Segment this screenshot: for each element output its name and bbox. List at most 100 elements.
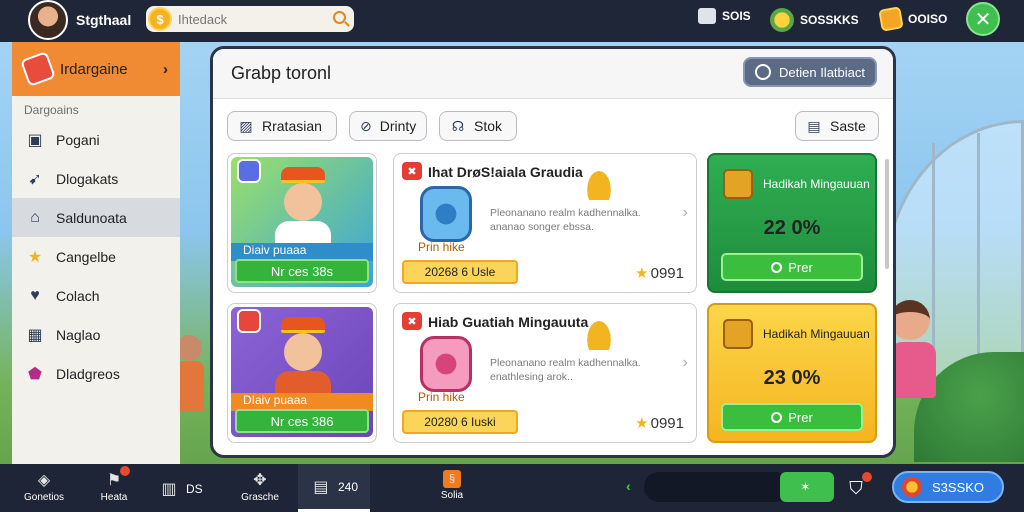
orb-icon [902, 477, 922, 497]
chevron-left-icon[interactable]: ‹ [626, 478, 631, 494]
sidebar-item-label: Pogani [56, 131, 100, 148]
sidebar-item-label: Dladgreos [56, 365, 120, 382]
reward-title: Hadikah Mingauuan [763, 177, 870, 191]
bottom-nav-label: 240 [337, 479, 359, 494]
hero-button[interactable]: Nr ces 386 [235, 409, 369, 433]
star-icon: ★ [635, 265, 649, 282]
ghost-icon: ☊ [451, 117, 465, 134]
star-icon: ★ [635, 415, 649, 432]
price-button[interactable]: 20268 6 Usle [402, 260, 518, 284]
sidebar-header-label: Irdargaine [60, 60, 128, 78]
gift-box-icon [420, 336, 472, 392]
briefcase-icon: ▣ [27, 131, 43, 149]
bottom-nav-item-5[interactable]: ▤ 240 [298, 464, 370, 512]
reward-button[interactable]: Prer [721, 253, 863, 281]
bottom-nav-item-2[interactable]: ⚑ Heata [82, 466, 146, 508]
stat-tickets-value: OOISO [908, 12, 948, 26]
ticket-icon [878, 6, 904, 32]
sidebar-item-label: Colach [56, 287, 100, 304]
reward-value: 23 0% [763, 367, 821, 389]
coin-pile-icon [584, 316, 614, 350]
search-input[interactable] [178, 11, 318, 27]
tag-icon: ✖ [402, 312, 422, 330]
character-illustration-right [890, 300, 936, 410]
stat-coins[interactable]: SOSSKKS [770, 8, 859, 32]
filter-chip-2[interactable]: ⊘ Drinty [349, 111, 427, 141]
avatar[interactable] [28, 0, 68, 40]
filter-chip-3[interactable]: ☊ Stok [439, 111, 517, 141]
bottom-nav-item-4[interactable]: ✥ Grasche [228, 470, 292, 508]
hero-card[interactable]: Diaiv puaaa Nr ces 38s [227, 153, 377, 293]
image-icon: ▨ [239, 117, 253, 134]
bottom-nav-item-1[interactable]: ◈ Gonetios [12, 470, 76, 508]
bottom-nav-item-3[interactable]: ▥ DS [158, 470, 222, 508]
username: Stgthaal [76, 12, 132, 28]
top-bar: Stgthaal $ SOIS SOSSKKS OOISO ✕ [0, 0, 1024, 42]
star-rating: ★ 0991 [635, 264, 684, 283]
gift-icon [698, 8, 716, 24]
offer-title: Ihat DrøS!aiala Graudia [428, 164, 583, 180]
stat-gems[interactable]: SOIS [698, 8, 751, 24]
bonus-button[interactable]: ✶ [780, 472, 834, 502]
sidebar-item-2[interactable]: ➹ Dlogakats [12, 159, 180, 198]
chevron-right-icon[interactable]: › [683, 204, 688, 222]
offer-subtitle: Prin hike [418, 390, 465, 404]
book-icon: ▥ [161, 481, 177, 498]
bottom-nav-item-6[interactable]: § Solia [420, 470, 484, 508]
close-button[interactable]: ✕ [966, 2, 1000, 36]
search-bar[interactable]: $ [146, 6, 354, 32]
main-panel: Grabp toronl Detien Ilatbiact ▨ Rratasian… [210, 46, 896, 458]
reward-card[interactable]: Hadikah Mingauuan 22 0% Prer [707, 153, 877, 293]
sidebar-item-3[interactable]: ⌂ Saldunoata [12, 198, 180, 237]
layers-icon: ◈ [37, 472, 51, 489]
sidebar-item-7[interactable]: ⬟ Dladgreos [12, 354, 180, 393]
offer-title: Hiab Guatiah Mingauuta [428, 314, 589, 330]
shield-icon: ⛉ [849, 477, 863, 498]
document-icon: ▤ [313, 478, 329, 496]
star-icon: ★ [27, 248, 43, 266]
offer-card[interactable]: ✖ Ihat DrøS!aiala Graudia Pleonanano rea… [393, 153, 697, 293]
rocket-icon: ➹ [28, 170, 42, 188]
filter-chip-label: Rratasian [262, 118, 322, 134]
flag-icon: ⚑ [103, 466, 130, 490]
offer-card[interactable]: ✖ Hiab Guatiah Mingauuta Pleonanano real… [393, 303, 697, 443]
tag-icon: ✖ [402, 162, 422, 180]
coin-pile-icon [584, 166, 614, 200]
sidebar-item-label: Cangelbe [56, 248, 116, 265]
bottom-nav-label: Heata [100, 492, 128, 503]
sidebar-item-label: Saldunoata [56, 209, 127, 226]
price-button[interactable]: 20280 6 Iuski [402, 410, 518, 434]
top-action-button[interactable]: Detien Ilatbiact [743, 57, 877, 87]
sidebar-item-4[interactable]: ★ Cangelbe [12, 237, 180, 276]
reward-card[interactable]: Hadikah Mingauuan 23 0% Prer [707, 303, 877, 443]
hero-card[interactable]: DIaiv puaaa Nr ces 386 [227, 303, 377, 443]
search-icon[interactable] [333, 11, 346, 24]
sidebar-header[interactable]: Irdargaine › [12, 42, 180, 96]
sort-button[interactable]: ▤ Saste [795, 111, 879, 141]
heart-icon: ♥ [30, 286, 40, 304]
calendar-icon: ▦ [27, 326, 43, 344]
filter-chip-1[interactable]: ▨ Rratasian [227, 111, 337, 141]
offer-subtitle: Prin hike [418, 240, 465, 254]
sparkle-icon: ✶ [800, 480, 811, 494]
bottom-nav-label: Gonetios [23, 492, 65, 503]
sidebar-item-6[interactable]: ▦ Naglao [12, 315, 180, 354]
stat-tickets[interactable]: OOISO [878, 6, 948, 32]
chevron-right-icon[interactable]: › [683, 354, 688, 372]
sidebar-item-label: Naglao [56, 326, 101, 343]
bottom-nav-label: Grasche [241, 492, 279, 503]
search-button-label: S3SSKO [932, 479, 985, 495]
scrollbar[interactable] [885, 159, 889, 269]
search-button[interactable]: S3SSKO [892, 471, 1004, 503]
shield-button[interactable]: ⛉ [842, 472, 872, 502]
sidebar-item-5[interactable]: ♥ Colach [12, 276, 180, 315]
hero-button[interactable]: Nr ces 38s [235, 259, 369, 283]
shield-icon [237, 309, 261, 333]
sidebar-item-1[interactable]: ▣ Pogani [12, 120, 180, 159]
reward-button-label: Prer [788, 409, 813, 425]
cluster-icon: ✥ [253, 472, 267, 489]
reward-button[interactable]: Prer [721, 403, 863, 431]
offer-description: Pleonanano realm kadhennalka. enathlesin… [490, 357, 641, 383]
home-icon: ⌂ [30, 208, 40, 226]
hero-portrait [275, 317, 331, 393]
